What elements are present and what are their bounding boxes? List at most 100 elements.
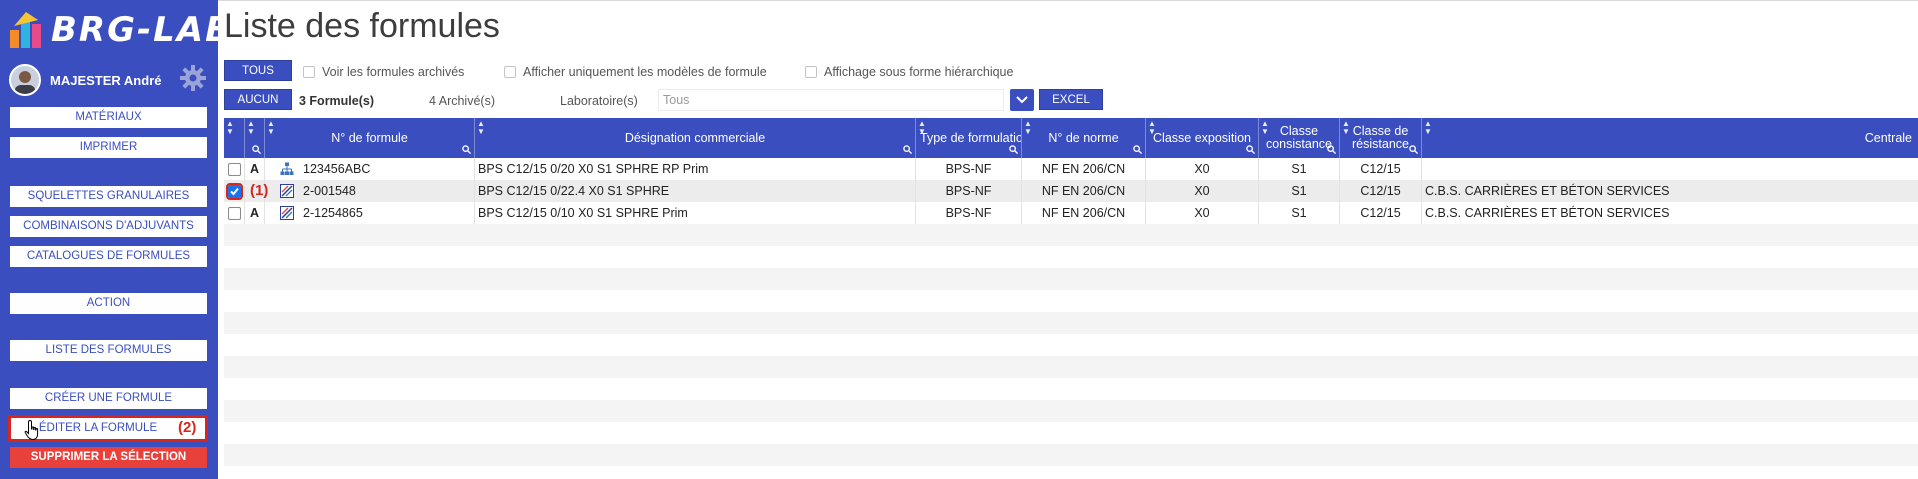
- archived-toggle[interactable]: Voir les formules archivés: [303, 65, 464, 79]
- flag-cell: A: [245, 158, 265, 180]
- numero-text: 123456ABC: [303, 162, 371, 176]
- hierarchy-toggle[interactable]: Affichage sous forme hiérarchique: [805, 65, 1013, 79]
- col-consistance-label: Classe consistance: [1266, 125, 1332, 151]
- empty-row: [224, 444, 1918, 466]
- search-icon[interactable]: [1009, 145, 1018, 154]
- designation-cell: BPS C12/15 0/22.4 X0 S1 SPHRE: [475, 180, 916, 202]
- select-all-button[interactable]: TOUS: [224, 60, 292, 81]
- avatar[interactable]: [9, 64, 41, 96]
- table-row[interactable]: 2-001548 BPS C12/15 0/22.4 X0 S1 SPHRE B…: [224, 180, 1918, 202]
- laboratory-label: Laboratoire(s): [560, 94, 638, 108]
- sort-icon[interactable]: ▲ ▼: [247, 120, 255, 136]
- sort-icon[interactable]: ▲ ▼: [1342, 120, 1350, 136]
- select-cell: [224, 158, 245, 180]
- search-icon[interactable]: [252, 145, 261, 154]
- liste-formules-button[interactable]: LISTE DES FORMULES: [10, 340, 207, 361]
- row-checkbox[interactable]: [228, 163, 241, 176]
- numero-cell[interactable]: 2-001548: [265, 180, 475, 202]
- excel-export-button[interactable]: EXCEL: [1039, 89, 1103, 110]
- sort-icon[interactable]: ▲ ▼: [1024, 120, 1032, 136]
- search-icon[interactable]: [1133, 145, 1142, 154]
- brand-logo[interactable]: BRG-LAB: [8, 8, 231, 52]
- sidebar: BRG-LAB MAJESTER André MATÉRIAUX IMPRIME…: [0, 0, 231, 479]
- col-select[interactable]: ▲ ▼: [224, 118, 245, 158]
- action-button[interactable]: ACTION: [10, 293, 207, 314]
- sort-icon[interactable]: ▲ ▼: [267, 120, 275, 136]
- catalogues-formules-button[interactable]: CATALOGUES DE FORMULES: [10, 246, 207, 267]
- squelettes-granulaires-button[interactable]: SQUELETTES GRANULAIRES: [10, 186, 207, 207]
- page-title: Liste des formules: [224, 7, 500, 45]
- exposition-cell: X0: [1146, 202, 1259, 224]
- norme-cell: NF EN 206/CN: [1022, 202, 1146, 224]
- empty-row: [224, 224, 1918, 246]
- numero-text: 2-1254865: [303, 206, 363, 220]
- row-checkbox[interactable]: [228, 207, 241, 220]
- empty-row: [224, 246, 1918, 268]
- laboratory-select[interactable]: Tous: [658, 89, 1004, 111]
- type-cell: BPS-NF: [916, 180, 1022, 202]
- combinaisons-adjuvants-button[interactable]: COMBINAISONS D'ADJUVANTS: [10, 216, 207, 237]
- sort-icon[interactable]: ▲ ▼: [1148, 120, 1156, 136]
- gear-icon[interactable]: [179, 64, 207, 92]
- consistance-cell: S1: [1259, 158, 1340, 180]
- col-resistance[interactable]: ▲ ▼ Classe de résistance: [1340, 118, 1422, 158]
- app-window: BRG-LAB MAJESTER André MATÉRIAUX IMPRIME…: [0, 0, 1918, 479]
- sort-icon[interactable]: ▲ ▼: [226, 120, 234, 136]
- consistance-cell: S1: [1259, 202, 1340, 224]
- col-designation[interactable]: ▲ ▼ Désignation commerciale: [475, 118, 916, 158]
- templates-toggle[interactable]: Afficher uniquement les modèles de formu…: [504, 65, 767, 79]
- hierarchy-checkbox[interactable]: [805, 66, 817, 78]
- flag-cell: A: [245, 202, 265, 224]
- templates-checkbox[interactable]: [504, 66, 516, 78]
- empty-row: [224, 312, 1918, 334]
- sort-icon[interactable]: ▲ ▼: [1424, 120, 1432, 136]
- user-avatar-icon: [11, 66, 39, 94]
- numero-text: 2-001548: [303, 184, 356, 198]
- search-icon[interactable]: [1409, 145, 1418, 154]
- sort-icon[interactable]: ▲ ▼: [918, 120, 926, 136]
- row-checkbox[interactable]: [226, 183, 243, 200]
- chevron-down-icon: [1016, 96, 1028, 104]
- search-icon[interactable]: [462, 145, 471, 154]
- hierarchy-label: Affichage sous forme hiérarchique: [824, 65, 1014, 79]
- col-exposition[interactable]: ▲ ▼ Classe exposition: [1146, 118, 1259, 158]
- numero-cell[interactable]: 123456ABC: [265, 158, 475, 180]
- select-cell: [224, 180, 245, 202]
- type-cell: BPS-NF: [916, 158, 1022, 180]
- creer-formule-button[interactable]: CRÉER UNE FORMULE: [10, 388, 207, 409]
- table-row[interactable]: A 123456ABC BPS C12/15 0/20 X0 S1 SPHRE …: [224, 158, 1918, 180]
- user-name: MAJESTER André: [50, 73, 162, 88]
- table-row[interactable]: A 2-1254865 BPS C12/15 0/10 X0 S1 SPHRE …: [224, 202, 1918, 224]
- col-centrale[interactable]: ▲ ▼ Centrale: [1422, 118, 1918, 158]
- col-type[interactable]: ▲ ▼ Type de formulation: [916, 118, 1022, 158]
- resistance-cell: C12/15: [1340, 158, 1422, 180]
- col-resistance-line1: Classe de: [1352, 124, 1409, 138]
- sort-icon[interactable]: ▲ ▼: [477, 120, 485, 136]
- col-flag[interactable]: ▲ ▼: [245, 118, 265, 158]
- norme-cell: NF EN 206/CN: [1022, 180, 1146, 202]
- col-norme[interactable]: ▲ ▼ N° de norme: [1022, 118, 1146, 158]
- col-resistance-label: Classe de résistance: [1352, 125, 1409, 151]
- search-icon[interactable]: [1246, 145, 1255, 154]
- empty-row: [224, 400, 1918, 422]
- materiaux-button[interactable]: MATÉRIAUX: [10, 107, 207, 128]
- supprimer-selection-button[interactable]: SUPPRIMER LA SÉLECTION: [10, 447, 207, 468]
- brand-name: BRG-LAB: [51, 10, 234, 50]
- norme-cell: NF EN 206/CN: [1022, 158, 1146, 180]
- sort-icon[interactable]: ▲ ▼: [1261, 120, 1269, 136]
- col-numero[interactable]: ▲ ▼ N° de formule: [265, 118, 475, 158]
- search-icon[interactable]: [1327, 145, 1336, 154]
- col-consistance-line2: consistance: [1265, 137, 1332, 151]
- exposition-cell: X0: [1146, 158, 1259, 180]
- col-numero-label: N° de formule: [331, 130, 408, 145]
- laboratory-dropdown-button[interactable]: [1010, 89, 1034, 111]
- numero-cell[interactable]: 2-1254865: [265, 202, 475, 224]
- col-consistance[interactable]: ▲ ▼ Classe consistance: [1259, 118, 1340, 158]
- imprimer-button[interactable]: IMPRIMER: [10, 137, 207, 158]
- archived-checkbox[interactable]: [303, 66, 315, 78]
- formula-icon: [280, 184, 294, 198]
- col-designation-label: Désignation commerciale: [624, 130, 766, 145]
- search-icon[interactable]: [903, 145, 912, 154]
- select-none-button[interactable]: AUCUN: [224, 89, 292, 110]
- empty-row: [224, 290, 1918, 312]
